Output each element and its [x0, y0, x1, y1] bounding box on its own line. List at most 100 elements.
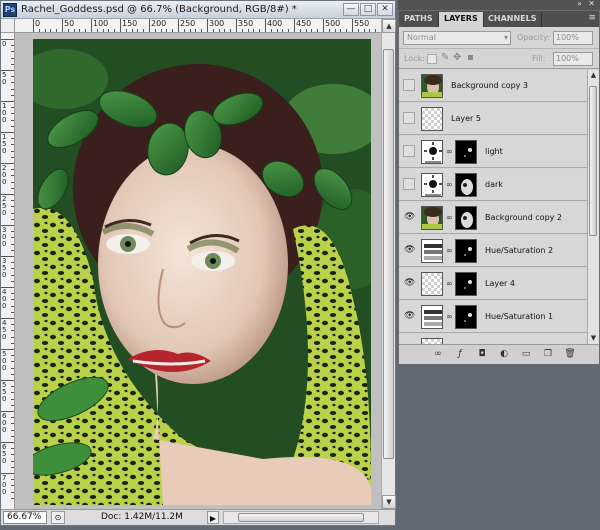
tab-paths[interactable]: PATHS — [399, 12, 439, 27]
lock-pixels-brush-icon[interactable]: ✎ — [441, 52, 449, 63]
visibility-toggle-box[interactable] — [403, 112, 415, 124]
document-title-bar[interactable]: Ps Rachel_Goddess.psd @ 66.7% (Backgroun… — [1, 1, 395, 19]
ruler-tick — [1, 256, 14, 257]
panel-menu-icon[interactable]: ≡ — [588, 13, 596, 23]
link-layers-icon[interactable]: ∞ — [431, 348, 445, 361]
layer-row[interactable]: ∞ light — [399, 136, 587, 168]
canvas-area[interactable] — [15, 33, 381, 509]
ruler-tick — [11, 367, 14, 369]
ruler-label: 0 — [2, 40, 7, 48]
lock-all-icon[interactable]: ▪ — [467, 52, 474, 63]
ruler-tick — [11, 330, 14, 332]
new-group-icon[interactable]: ▭ — [519, 348, 533, 361]
ruler-tick — [305, 29, 307, 32]
visibility-toggle-box[interactable] — [403, 145, 415, 157]
zoom-level-field[interactable]: 66.67% — [3, 511, 47, 524]
horizontal-scroll-thumb[interactable] — [238, 513, 364, 522]
minimize-button[interactable]: — — [343, 3, 359, 16]
blend-mode-select[interactable]: Normal ▾ — [403, 31, 511, 45]
layer-mask-thumbnail[interactable] — [455, 206, 477, 230]
layer-thumbnail[interactable] — [421, 272, 443, 296]
vertical-scrollbar[interactable]: ▲ ▼ — [381, 19, 396, 509]
opacity-field[interactable]: 100% — [553, 31, 593, 45]
close-panel-icon[interactable]: ✕ — [588, 0, 595, 8]
layer-mask-thumbnail[interactable] — [455, 140, 477, 164]
mask-link-icon[interactable]: ∞ — [446, 180, 453, 189]
layer-row[interactable]: 👁 ∞ Layer 4 — [399, 268, 587, 300]
ruler-tick — [11, 51, 14, 53]
eye-visibility-icon[interactable]: 👁 — [403, 310, 415, 322]
new-layer-icon[interactable]: ❐ — [541, 348, 555, 361]
ruler-tick — [230, 29, 232, 32]
mask-link-icon[interactable]: ∞ — [446, 147, 453, 156]
ruler-tick — [108, 29, 110, 32]
layer-mask-thumbnail[interactable] — [455, 272, 477, 296]
status-preview-icon[interactable]: ⊙ — [51, 511, 65, 524]
document-window: Ps Rachel_Goddess.psd @ 66.7% (Backgroun… — [0, 0, 396, 526]
visibility-toggle-box[interactable] — [403, 79, 415, 91]
eye-visibility-icon[interactable]: 👁 — [403, 244, 415, 256]
vertical-ruler[interactable]: 0 50 100 150 200 250 300 350 400 450 500 550 600 650 7… — [1, 33, 15, 509]
ruler-label: 200 — [2, 164, 7, 186]
layer-mask-thumbnail[interactable] — [455, 305, 477, 329]
tab-layers[interactable]: LAYERS — [439, 12, 484, 27]
close-button[interactable]: ✕ — [377, 3, 393, 16]
lock-position-move-icon[interactable]: ✥ — [453, 52, 461, 63]
scroll-down-arrow-icon[interactable]: ▼ — [382, 495, 396, 509]
layer-row[interactable]: 👁 ∞ Background copy 2 — [399, 202, 587, 234]
ruler-tick — [11, 342, 14, 344]
ruler-origin[interactable] — [1, 19, 15, 33]
lock-transparency-checkbox[interactable] — [427, 54, 437, 64]
collapse-panels-icon[interactable]: » — [577, 0, 582, 8]
adjustment-layer-icon[interactable]: ◐ — [497, 348, 511, 361]
scroll-down-arrow-icon[interactable]: ▼ — [588, 333, 599, 344]
eye-visibility-icon[interactable]: 👁 — [403, 277, 415, 289]
panel-dock-header[interactable]: » ✕ — [398, 0, 600, 10]
fx-icon[interactable]: ƒ — [453, 348, 467, 361]
layer-thumbnail[interactable] — [421, 74, 443, 98]
layer-scroll-thumb[interactable] — [589, 86, 597, 236]
layer-row[interactable]: Layer 5 — [399, 103, 587, 135]
layer-list-scrollbar[interactable]: ▲ ▼ — [587, 70, 599, 344]
ruler-label: 500 — [2, 350, 7, 372]
visibility-toggle-box[interactable] — [403, 178, 415, 190]
ruler-tick — [11, 485, 14, 487]
layer-thumbnail[interactable] — [421, 107, 443, 131]
mask-link-icon[interactable]: ∞ — [446, 213, 453, 222]
layer-mask-thumbnail[interactable] — [455, 173, 477, 197]
brightness-contrast-icon[interactable] — [421, 140, 443, 164]
ruler-tick — [1, 225, 14, 226]
layer-row[interactable]: Background copy 3 — [399, 70, 587, 102]
status-menu-arrow-icon[interactable]: ▶ — [207, 511, 219, 524]
trash-icon[interactable]: 🗑 — [563, 348, 577, 361]
mask-link-icon[interactable]: ∞ — [446, 279, 453, 288]
layer-row[interactable]: ∞ dark — [399, 169, 587, 201]
layer-mask-thumbnail[interactable] — [455, 239, 477, 263]
mask-link-icon[interactable]: ∞ — [446, 246, 453, 255]
layer-row[interactable]: 👁 ∞ Hue/Saturation 1 — [399, 301, 587, 333]
hue-saturation-icon[interactable] — [421, 239, 443, 263]
hue-saturation-icon[interactable] — [421, 305, 443, 329]
ruler-tick — [11, 324, 14, 326]
mask-link-icon[interactable]: ∞ — [446, 312, 453, 321]
status-bar: 66.67% ⊙ Doc: 1.42M/11.2M ▶ — [1, 509, 395, 525]
photo-canvas[interactable] — [33, 39, 371, 505]
ruler-tick — [247, 29, 249, 32]
horizontal-ruler[interactable]: 050100150200250300350400450500550600 — [15, 19, 381, 33]
fill-field[interactable]: 100% — [553, 52, 593, 66]
horizontal-scrollbar[interactable] — [223, 511, 379, 524]
ruler-tick — [67, 29, 69, 32]
scroll-up-arrow-icon[interactable]: ▲ — [588, 70, 599, 81]
brightness-contrast-icon[interactable] — [421, 173, 443, 197]
add-mask-icon[interactable]: ◘ — [475, 348, 489, 361]
layer-row[interactable]: 👁Layer 3 — [399, 334, 587, 344]
maximize-button[interactable]: □ — [360, 3, 376, 16]
ruler-tick — [11, 88, 14, 90]
tab-channels[interactable]: CHANNELS — [483, 12, 543, 27]
ruler-tick — [189, 29, 191, 32]
vertical-scroll-thumb[interactable] — [383, 49, 394, 459]
layer-thumbnail[interactable] — [421, 206, 443, 230]
eye-visibility-icon[interactable]: 👁 — [403, 211, 415, 223]
scroll-up-arrow-icon[interactable]: ▲ — [382, 19, 396, 33]
layer-row[interactable]: 👁 ∞ Hue/Saturation 2 — [399, 235, 587, 267]
